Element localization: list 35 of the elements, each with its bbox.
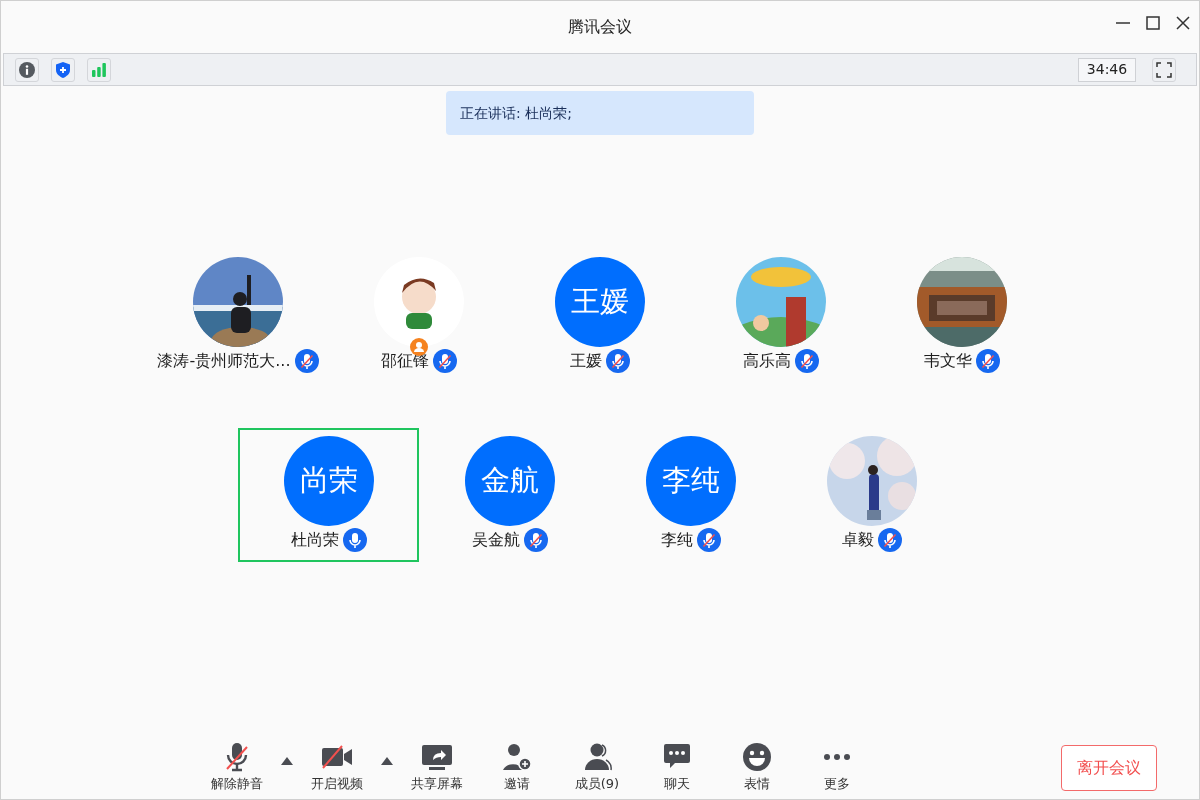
toolbar-button[interactable]: 邀请 xyxy=(477,742,557,794)
toolbar-button[interactable]: 聊天 xyxy=(637,742,717,794)
shield-icon[interactable] xyxy=(51,57,75,82)
leave-meeting-button[interactable]: 离开会议 xyxy=(1061,745,1157,791)
more-icon xyxy=(822,754,852,761)
participant-name: 卓毅 xyxy=(841,529,874,551)
avatar: 金航 xyxy=(464,436,555,526)
people-icon xyxy=(582,742,612,773)
info-icon[interactable] xyxy=(15,57,39,82)
participant-name: 杜尚荣 xyxy=(290,529,339,551)
toolbar-button[interactable]: 更多 xyxy=(797,742,877,794)
participant-name: 邵征锋 xyxy=(381,350,429,372)
toolbar-button[interactable]: 共享屏幕 xyxy=(397,742,477,794)
add-person-icon xyxy=(502,742,532,773)
participant-name: 高乐高 xyxy=(743,350,791,372)
participant-name: 漆涛-贵州师范大... xyxy=(157,350,291,372)
participant-name: 吴金航 xyxy=(471,529,520,551)
avatar: 王媛 xyxy=(555,257,645,347)
window-title: 腾讯会议 xyxy=(568,16,632,38)
close-icon[interactable] xyxy=(1175,15,1191,31)
toolbar-button[interactable]: 表情 xyxy=(717,742,797,794)
participant-name: 韦文华 xyxy=(924,350,972,372)
participant-name: 李纯 xyxy=(660,529,693,551)
avatar: 尚荣 xyxy=(283,436,374,526)
toolbar-button[interactable]: 开启视频 xyxy=(297,742,377,794)
smiley-icon xyxy=(742,742,772,773)
toolbar-button[interactable]: 成员(9) xyxy=(557,742,637,794)
toolbar-button[interactable]: 解除静音 xyxy=(197,742,277,794)
participant-name: 王媛 xyxy=(570,350,602,372)
avatar: 李纯 xyxy=(645,436,736,526)
speaking-banner: 正在讲话: 杜尚荣; xyxy=(446,91,754,135)
fullscreen-icon[interactable] xyxy=(1152,57,1176,82)
maximize-icon[interactable] xyxy=(1145,15,1161,31)
screen-share-icon xyxy=(421,742,453,773)
meeting-timer: 34:46 xyxy=(1078,57,1136,82)
